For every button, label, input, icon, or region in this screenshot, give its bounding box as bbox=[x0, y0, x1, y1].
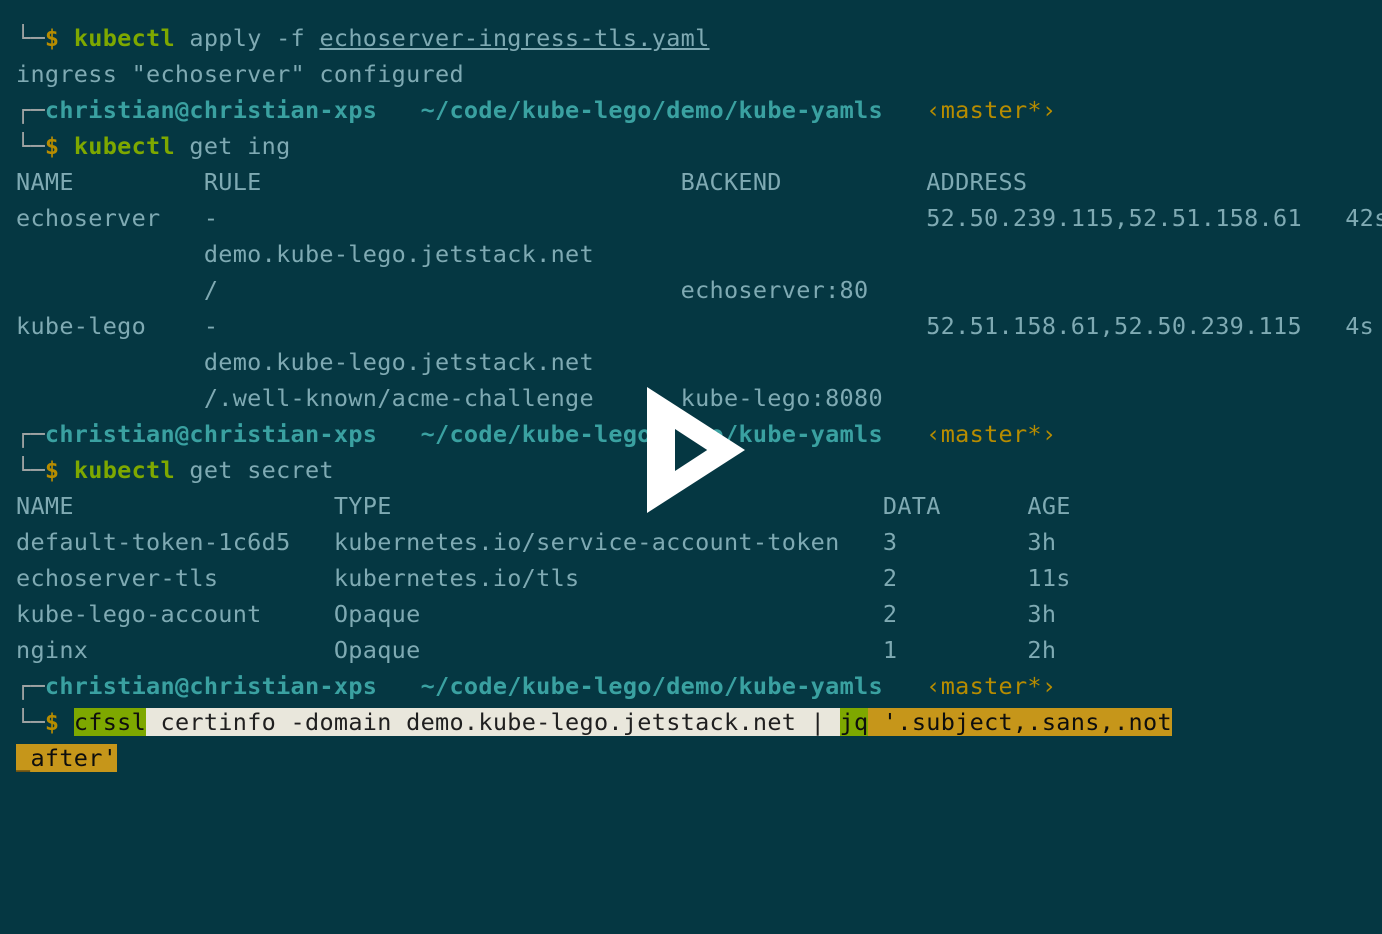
prompt-branch: ‹master*› bbox=[926, 96, 1056, 124]
table-row: kube-lego-account Opaque 2 3h bbox=[16, 600, 1056, 628]
table-row: kube-lego - 52.51.158.61,52.50.239.115 4… bbox=[16, 312, 1374, 340]
table-row: nginx Opaque 1 2h bbox=[16, 636, 1056, 664]
command-kubectl: kubectl bbox=[74, 24, 175, 52]
box-glyph: └─ bbox=[16, 708, 45, 736]
table-row: echoserver - 52.50.239.115,52.51.158.61 … bbox=[16, 204, 1382, 232]
command-args: apply -f bbox=[175, 24, 319, 52]
prompt-userhost: christian@christian-xps bbox=[45, 96, 377, 124]
filename: echoserver-ingress-tls.yaml bbox=[319, 24, 709, 52]
command-args: certinfo -domain demo.kube-lego.jetstack… bbox=[146, 708, 840, 736]
output-line: ingress "echoserver" configured bbox=[16, 60, 464, 88]
table-header: NAME RULE BACKEND ADDRESS AGE bbox=[16, 168, 1382, 196]
prompt-path: ~/code/kube-lego/demo/kube-yamls bbox=[421, 672, 883, 700]
prompt-dollar: $ bbox=[45, 24, 74, 52]
box-glyph: ┌─ bbox=[16, 420, 45, 448]
box-glyph: ┌─ bbox=[16, 672, 45, 700]
prompt-dollar: $ bbox=[45, 456, 74, 484]
table-header: NAME TYPE DATA AGE bbox=[16, 492, 1071, 520]
prompt-dollar: $ bbox=[45, 708, 74, 736]
command-args: get secret bbox=[175, 456, 334, 484]
play-icon bbox=[619, 380, 759, 520]
table-row: demo.kube-lego.jetstack.net bbox=[16, 348, 926, 376]
command-string: _after' bbox=[16, 744, 117, 772]
prompt-branch: ‹master*› bbox=[926, 672, 1056, 700]
prompt-dollar: $ bbox=[45, 132, 74, 160]
table-row: demo.kube-lego.jetstack.net bbox=[16, 240, 926, 268]
command-cfssl: cfssl bbox=[74, 708, 146, 736]
table-row: / echoserver:80 bbox=[16, 276, 926, 304]
table-row: default-token-1c6d5 kubernetes.io/servic… bbox=[16, 528, 1056, 556]
box-glyph: └─ bbox=[16, 24, 45, 52]
table-row: /.well-known/acme-challenge kube-lego:80… bbox=[16, 384, 926, 412]
prompt-userhost: christian@christian-xps bbox=[45, 420, 377, 448]
command-string: '.subject,.sans,.not bbox=[868, 708, 1171, 736]
prompt-path: ~/code/kube-lego/demo/kube-yamls bbox=[421, 96, 883, 124]
prompt-userhost: christian@christian-xps bbox=[45, 672, 377, 700]
box-glyph: ┌─ bbox=[16, 96, 45, 124]
prompt-branch: ‹master*› bbox=[926, 420, 1056, 448]
box-glyph: └─ bbox=[16, 132, 45, 160]
table-row: echoserver-tls kubernetes.io/tls 2 11s bbox=[16, 564, 1071, 592]
command-jq: jq bbox=[840, 708, 869, 736]
command-kubectl: kubectl bbox=[74, 132, 175, 160]
command-kubectl: kubectl bbox=[74, 456, 175, 484]
command-args: get ing bbox=[175, 132, 291, 160]
box-glyph: └─ bbox=[16, 456, 45, 484]
